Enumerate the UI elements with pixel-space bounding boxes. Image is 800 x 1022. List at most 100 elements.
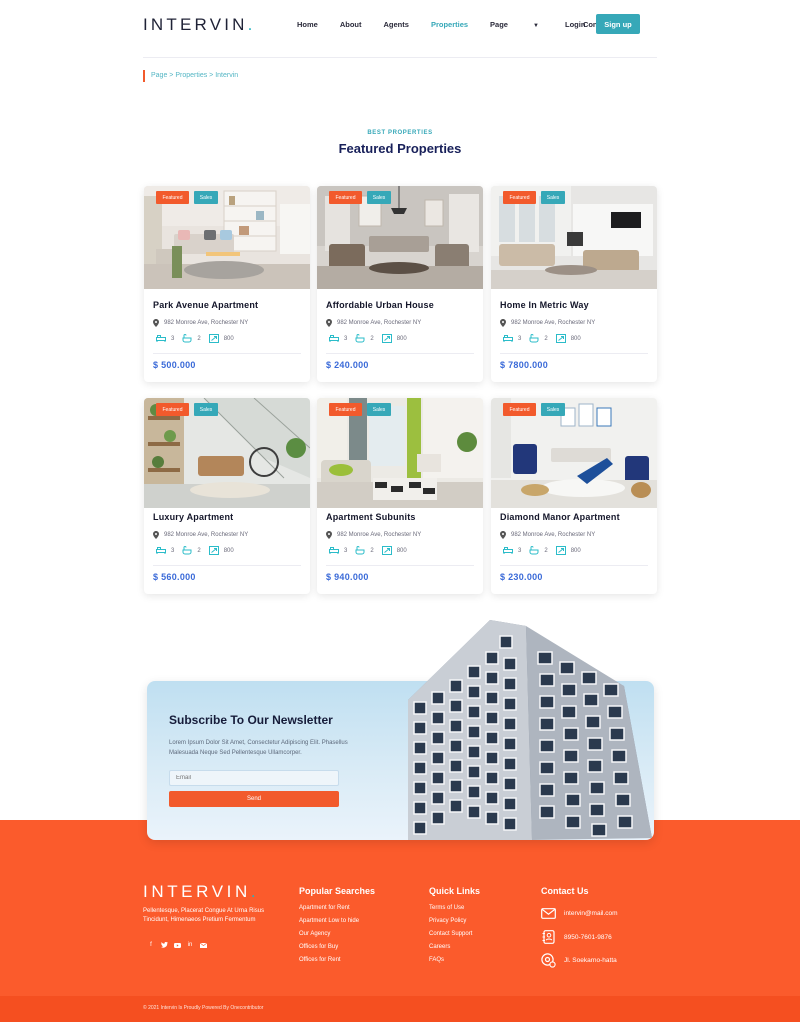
site-logo[interactable]: INTERVIN. [143,15,256,35]
building-image [408,620,652,840]
bath-icon [529,546,539,555]
area-icon [381,334,392,343]
nav-home[interactable]: Home [297,20,318,29]
nav-about[interactable]: About [340,20,362,29]
footer-link[interactable]: Offices for Rent [299,957,359,970]
area-size: 800 [223,335,234,342]
footer-link[interactable]: Terms of Use [429,905,472,918]
property-card[interactable]: Featured Sales Diamond Manor Apartment 9… [491,398,657,594]
property-price: $ 7800.000 [500,360,549,370]
main-nav: Home About Agents Properties Page▼ Conta… [297,20,645,29]
property-card[interactable]: Featured Sales Apartment Subunits 982 Mo… [317,398,483,594]
footer-link[interactable]: Contact Support [429,931,472,944]
location-pin-icon [500,319,506,327]
property-name[interactable]: Diamond Manor Apartment [500,512,620,522]
area-size: 800 [223,547,234,554]
property-photo[interactable]: Featured Sales [144,186,310,289]
property-photo[interactable]: Featured Sales [491,186,657,289]
property-name[interactable]: Affordable Urban House [326,300,434,310]
property-price: $ 230.000 [500,572,543,582]
divider [500,353,648,354]
social-links: f in [147,941,212,949]
contact-phone[interactable]: 8950-7601-9876 [541,930,612,944]
area-size: 800 [396,335,407,342]
envelope-icon [541,908,556,919]
area-size: 800 [570,335,581,342]
baths-count: 2 [197,335,201,342]
property-photo[interactable]: Featured Sales [317,186,483,289]
quick-links-list: Terms of Use Privacy Policy Contact Supp… [429,905,472,970]
featured-badge: Featured [503,403,536,416]
property-photo[interactable]: Featured Sales [144,398,310,508]
phone-book-icon [542,930,555,944]
property-price: $ 500.000 [153,360,196,370]
footer-bottom-bar [0,996,800,1022]
featured-badge: Featured [156,403,189,416]
bath-icon [355,334,365,343]
footer-link[interactable]: Careers [429,944,472,957]
beds-count: 3 [171,547,175,554]
signup-button[interactable]: Sign up [596,14,640,34]
mail-icon[interactable] [199,941,207,949]
property-address: 982 Monroe Ave, Rochester NY [500,319,595,327]
footer-link[interactable]: Apartment for Rent [299,905,359,918]
footer-link[interactable]: Apartment Low to hide [299,918,359,931]
sales-badge: Sales [194,191,218,204]
featured-badge: Featured [156,191,189,204]
nav-agents[interactable]: Agents [384,20,409,29]
divider [326,353,474,354]
nav-page[interactable]: Page ▼ [490,20,561,29]
footer-link[interactable]: Privacy Policy [429,918,472,931]
property-name[interactable]: Apartment Subunits [326,512,416,522]
twitter-icon[interactable] [160,941,168,949]
property-name[interactable]: Luxury Apartment [153,512,233,522]
divider [153,353,301,354]
bath-icon [355,546,365,555]
divider [500,565,648,566]
property-photo[interactable]: Featured Sales [317,398,483,508]
property-photo[interactable]: Featured Sales [491,398,657,508]
property-card[interactable]: Featured Sales Affordable Urban House 98… [317,186,483,382]
footer-link[interactable]: Our Agency [299,931,359,944]
breadcrumb[interactable]: Page > Properties > Intervin [143,70,238,82]
divider [326,565,474,566]
bath-icon [182,546,192,555]
copyright-text: © 2021 Intervin Is Proudly Powered By On… [143,1005,264,1011]
footer-background [0,820,800,996]
property-features: 3 2 800 [503,334,589,343]
bed-icon [329,335,339,342]
footer-logo[interactable]: INTERVIN. [143,882,259,902]
property-features: 3 2 800 [156,546,242,555]
footer-link[interactable]: Offices for Buy [299,944,359,957]
property-card[interactable]: Featured Sales Luxury Apartment 982 Monr… [144,398,310,594]
nav-properties[interactable]: Properties [431,20,468,29]
contact-address[interactable]: Jl. Soekarno-hatta [541,953,617,968]
sales-badge: Sales [367,191,391,204]
bed-icon [329,547,339,554]
contact-email[interactable]: intervin@mail.com [541,908,618,919]
property-card[interactable]: Featured Sales Home In Metric Way 982 Mo… [491,186,657,382]
login-link[interactable]: Login [565,20,585,29]
property-address: 982 Monroe Ave, Rochester NY [153,319,248,327]
location-pin-icon [153,319,159,327]
property-address: 982 Monroe Ave, Rochester NY [500,531,595,539]
area-size: 800 [396,547,407,554]
property-name[interactable]: Home In Metric Way [500,300,589,310]
newsletter-email-input[interactable] [169,770,339,786]
property-name[interactable]: Park Avenue Apartment [153,300,258,310]
send-button[interactable]: Send [169,791,339,807]
bath-icon [182,334,192,343]
youtube-icon[interactable] [173,941,181,949]
property-price: $ 560.000 [153,572,196,582]
popular-searches-list: Apartment for Rent Apartment Low to hide… [299,905,359,970]
popular-searches-title: Popular Searches [299,886,376,896]
footer-link[interactable]: FAQs [429,957,472,970]
area-size: 800 [570,547,581,554]
area-icon [208,546,219,555]
bed-icon [503,335,513,342]
linkedin-icon[interactable]: in [186,941,194,949]
area-icon [555,334,566,343]
facebook-icon[interactable]: f [147,941,155,949]
property-price: $ 240.000 [326,360,369,370]
property-card[interactable]: Featured Sales Park Avenue Apartment 982… [144,186,310,382]
